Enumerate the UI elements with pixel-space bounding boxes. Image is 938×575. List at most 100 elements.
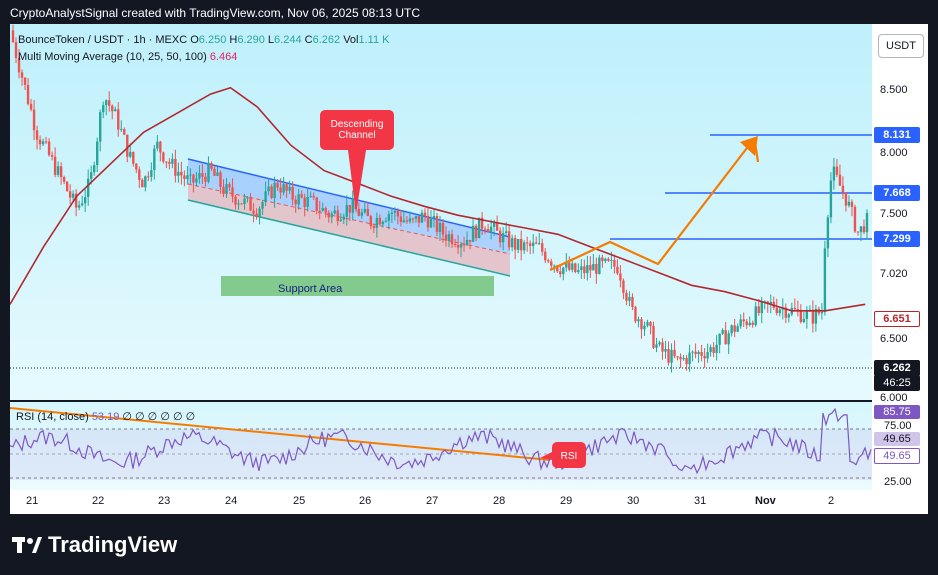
- candle-body: [114, 109, 117, 112]
- candle-body: [643, 325, 646, 330]
- level-badge-7668: 7.668: [874, 185, 920, 201]
- price-panel[interactable]: Support Area Descending Channel BounceTo…: [10, 24, 872, 400]
- channel-callout-line2: Channel: [338, 130, 375, 141]
- currency-button[interactable]: USDT: [878, 34, 924, 58]
- support-area-label: Support Area: [278, 283, 343, 295]
- rsi-callout-text: RSI: [561, 451, 578, 462]
- candle-body: [261, 202, 264, 209]
- current-price-badge: 6.262: [874, 360, 920, 376]
- candle-body: [444, 234, 448, 241]
- candle-body: [562, 267, 565, 275]
- rsi-badge-current: 49.65: [874, 448, 920, 464]
- candle-body: [703, 355, 706, 359]
- candle-body: [156, 141, 159, 149]
- candle-body: [426, 215, 430, 228]
- candle-body: [117, 109, 120, 130]
- candle-body: [300, 194, 303, 198]
- candle-body: [174, 158, 177, 176]
- candle-body: [56, 166, 60, 175]
- candle-body: [65, 181, 69, 192]
- candle-body: [541, 243, 544, 252]
- candle-body: [498, 230, 502, 243]
- candle-body: [631, 296, 634, 308]
- close-label: C: [304, 34, 313, 46]
- candle-body: [162, 152, 165, 162]
- candle-body: [258, 208, 261, 217]
- channel-mid-line: [187, 183, 511, 255]
- support-area-zone: [221, 276, 494, 296]
- candle-body: [11, 30, 15, 43]
- candle-body: [96, 141, 99, 166]
- candle-body: [138, 169, 141, 180]
- candle-body: [438, 222, 442, 233]
- candle-body: [712, 347, 715, 353]
- candle-body: [393, 210, 397, 213]
- candle-body: [225, 184, 228, 194]
- rsi-label: RSI (14, close): [16, 411, 89, 423]
- candle-body: [303, 197, 306, 207]
- candle-body: [333, 210, 336, 214]
- candle-body: [718, 333, 721, 345]
- candle-body: [501, 233, 505, 243]
- candle-body: [207, 163, 210, 182]
- close-value: 6.262: [312, 34, 341, 46]
- candle-body: [504, 231, 508, 234]
- candle-body: [86, 178, 90, 197]
- rsi-legend[interactable]: RSI (14, close) 53.19 ∅ ∅ ∅ ∅ ∅ ∅: [16, 410, 195, 423]
- candle-body: [264, 191, 267, 203]
- price-chart[interactable]: Support Area Descending Channel: [10, 24, 872, 400]
- candle-body: [447, 234, 451, 241]
- candle-body: [270, 186, 273, 198]
- candle-body: [450, 234, 454, 245]
- candle-body: [435, 216, 439, 233]
- rsi-tick-25: 25.00: [884, 476, 912, 488]
- candle-body: [748, 322, 751, 326]
- candle-body: [135, 163, 138, 170]
- candle-body: [607, 258, 610, 261]
- candle-body: [273, 182, 276, 198]
- tradingview-logo[interactable]: TradingView: [12, 532, 177, 558]
- candle-body: [309, 195, 312, 197]
- time-axis[interactable]: [10, 490, 928, 514]
- candle-body: [441, 222, 445, 235]
- candle-body: [637, 319, 640, 322]
- candle-body: [411, 218, 415, 220]
- candle-body: [216, 172, 219, 176]
- time-tick-23: 23: [158, 495, 171, 507]
- candle-body: [775, 307, 778, 314]
- candle-body: [141, 179, 144, 188]
- candle-body: [198, 173, 201, 179]
- candle-body: [71, 193, 75, 198]
- candle-body: [745, 321, 748, 326]
- candle-body: [580, 266, 583, 270]
- low-value: 6.244: [274, 34, 302, 46]
- candle-body: [661, 342, 664, 352]
- candle-body: [432, 216, 436, 218]
- vol-value: 1.11 K: [358, 34, 390, 46]
- candle-body: [219, 172, 222, 187]
- candle-body: [658, 342, 661, 345]
- candle-body: [697, 351, 700, 355]
- candle-body: [285, 184, 288, 191]
- candle-body: [739, 319, 742, 327]
- ma-price-badge: 6.651: [874, 311, 920, 327]
- price-tick-7020: 7.020: [880, 268, 908, 280]
- price-tick-6500: 6.500: [880, 333, 908, 345]
- symbol-legend[interactable]: BounceToken / USDT · 1h · MEXC O6.250 H6…: [18, 34, 389, 46]
- candle-body: [832, 166, 836, 181]
- ma-legend[interactable]: Multi Moving Average (10, 25, 50, 100) 6…: [18, 51, 237, 63]
- candle-body: [396, 210, 400, 217]
- tradingview-wordmark: TradingView: [48, 532, 178, 557]
- candle-body: [53, 156, 57, 175]
- candle-body: [50, 155, 54, 157]
- candle-body: [83, 196, 87, 204]
- candle-body: [351, 198, 354, 213]
- time-tick-29: 29: [560, 495, 573, 507]
- candle-body: [793, 307, 797, 310]
- channel-callout-line1: Descending: [331, 119, 384, 130]
- candle-body: [844, 192, 848, 206]
- candle-body: [664, 348, 667, 352]
- candle-body: [778, 309, 781, 314]
- candle-body: [417, 216, 421, 223]
- candle-body: [360, 212, 364, 216]
